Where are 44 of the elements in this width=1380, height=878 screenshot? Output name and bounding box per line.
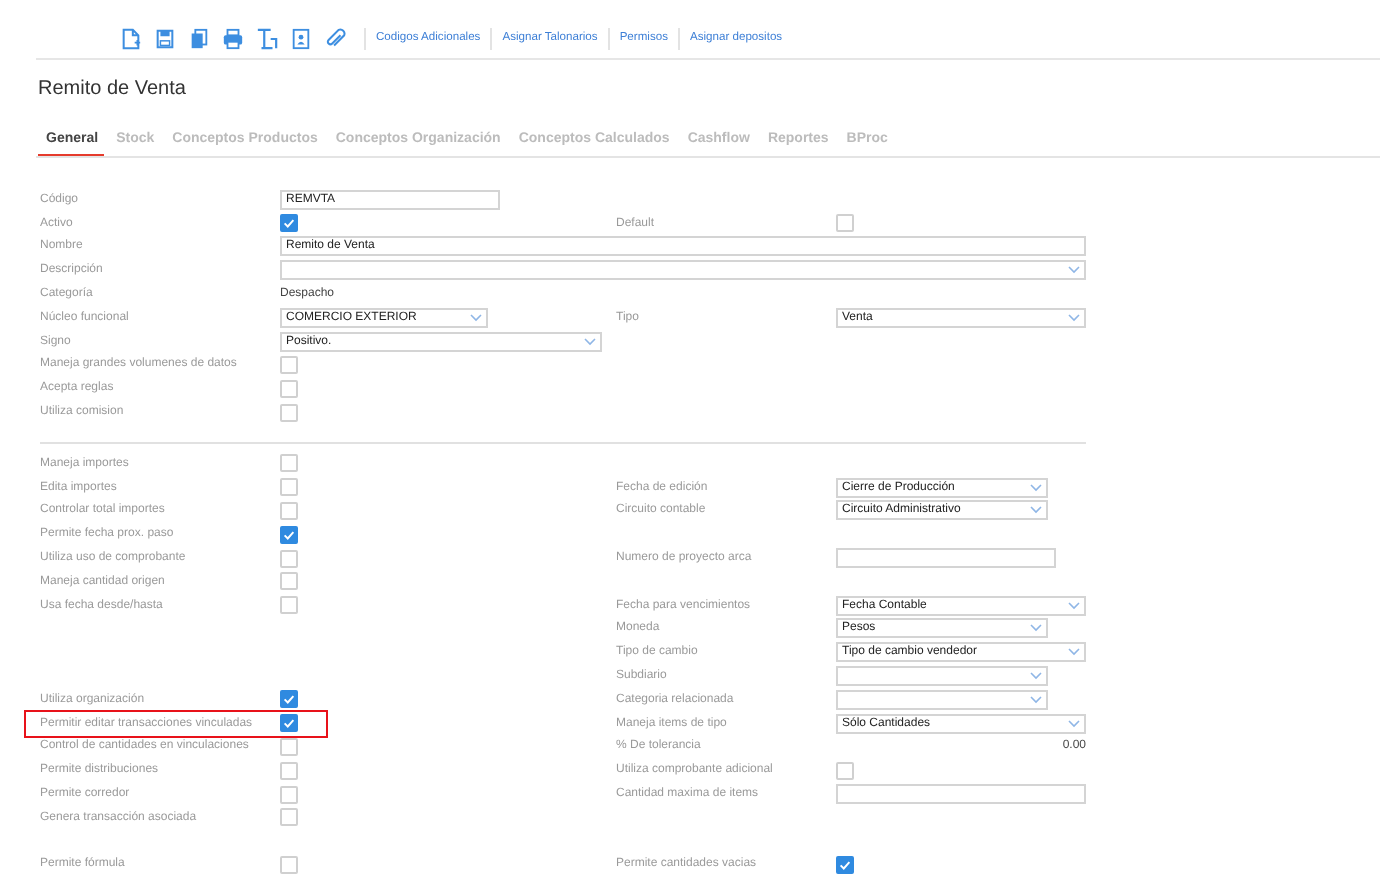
- checkbox[interactable]: [280, 855, 298, 874]
- save-icon[interactable]: [154, 27, 176, 49]
- checkbox[interactable]: [280, 572, 298, 591]
- checkbox[interactable]: [836, 214, 854, 233]
- checkbox[interactable]: [280, 214, 298, 233]
- checkbox[interactable]: [280, 379, 298, 398]
- printer-icon[interactable]: [222, 27, 244, 49]
- select-field[interactable]: [280, 260, 1086, 281]
- checkbox[interactable]: [836, 761, 854, 780]
- chevron-down-icon: [470, 313, 482, 322]
- chevron-down-icon: [1030, 483, 1042, 492]
- copy-icon[interactable]: [188, 27, 210, 49]
- checkbox[interactable]: [280, 761, 298, 780]
- input-field[interactable]: [836, 784, 1086, 805]
- checkbox[interactable]: [280, 403, 298, 422]
- checkbox[interactable]: [280, 478, 298, 497]
- checkbox[interactable]: [280, 785, 298, 804]
- chevron-down-icon: [1030, 672, 1042, 681]
- chevron-down-icon: [1030, 624, 1042, 633]
- chevron-down-icon: [584, 337, 596, 346]
- page-title: Remito de Venta: [38, 78, 188, 102]
- checkbox[interactable]: [280, 714, 298, 733]
- checkbox[interactable]: [280, 690, 298, 709]
- new-document-icon[interactable]: [120, 27, 142, 49]
- input-field[interactable]: [836, 548, 1056, 569]
- chevron-down-icon: [1068, 648, 1080, 657]
- chevron-down-icon: [1068, 266, 1080, 275]
- checkbox[interactable]: [280, 501, 298, 520]
- checkbox[interactable]: [280, 454, 298, 473]
- select-field[interactable]: [836, 689, 1048, 710]
- chevron-down-icon: [1030, 506, 1042, 515]
- paperclip-icon[interactable]: [324, 27, 346, 49]
- chevron-down-icon: [1030, 695, 1042, 704]
- checkbox[interactable]: [280, 596, 298, 615]
- chevron-down-icon: [1068, 313, 1080, 322]
- checkbox[interactable]: [836, 855, 854, 874]
- select-field[interactable]: [836, 666, 1048, 687]
- checkbox[interactable]: [280, 549, 298, 568]
- checkbox[interactable]: [280, 355, 298, 374]
- chevron-down-icon: [1068, 601, 1080, 610]
- checkbox[interactable]: [280, 808, 298, 827]
- chevron-down-icon: [1068, 719, 1080, 728]
- document-person-icon[interactable]: [290, 27, 312, 49]
- checkbox[interactable]: [280, 525, 298, 544]
